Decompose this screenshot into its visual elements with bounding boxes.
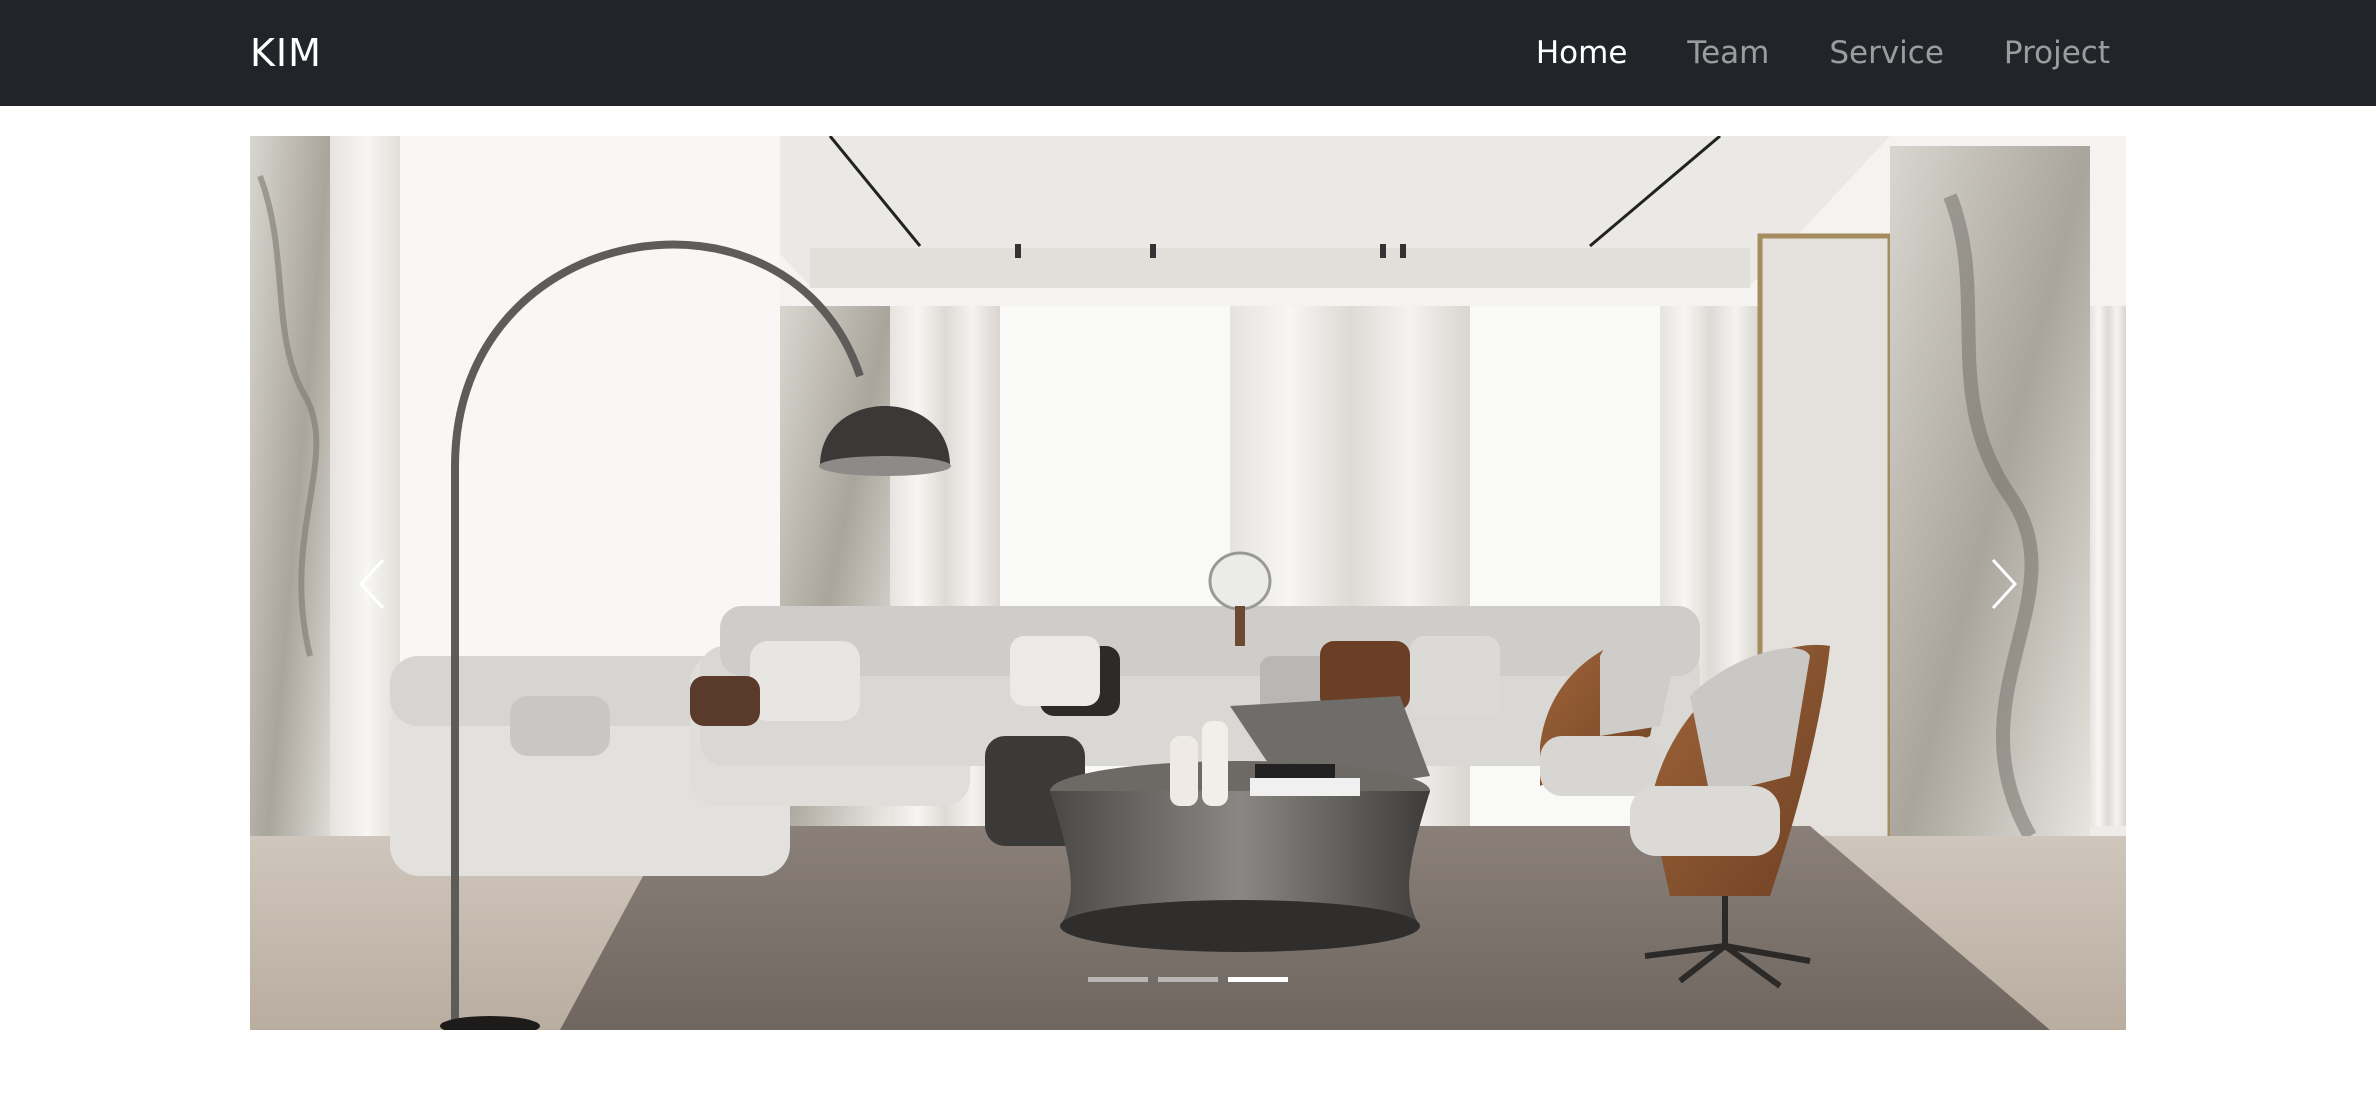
carousel-indicator-1[interactable] — [1088, 977, 1148, 982]
chevron-right-icon — [1991, 558, 2018, 610]
brand-logo[interactable]: KIM — [250, 26, 322, 80]
living-room-image — [250, 136, 2126, 1030]
nav-link-team[interactable]: Team — [1687, 28, 1769, 78]
carousel-indicator-2[interactable] — [1158, 977, 1218, 982]
carousel-prev-button[interactable] — [250, 136, 450, 1030]
chevron-left-icon — [358, 558, 385, 610]
carousel-indicator-3[interactable] — [1228, 977, 1288, 982]
navbar: KIM Home Team Service Project — [0, 0, 2376, 106]
carousel-indicators — [250, 977, 2126, 982]
hero-carousel — [250, 136, 2126, 1030]
carousel-next-button[interactable] — [1926, 136, 2126, 1030]
nav-link-project[interactable]: Project — [2004, 28, 2110, 78]
nav-link-service[interactable]: Service — [1829, 28, 1944, 78]
nav-link-home[interactable]: Home — [1536, 28, 1628, 78]
nav-links: Home Team Service Project — [1476, 28, 2110, 78]
